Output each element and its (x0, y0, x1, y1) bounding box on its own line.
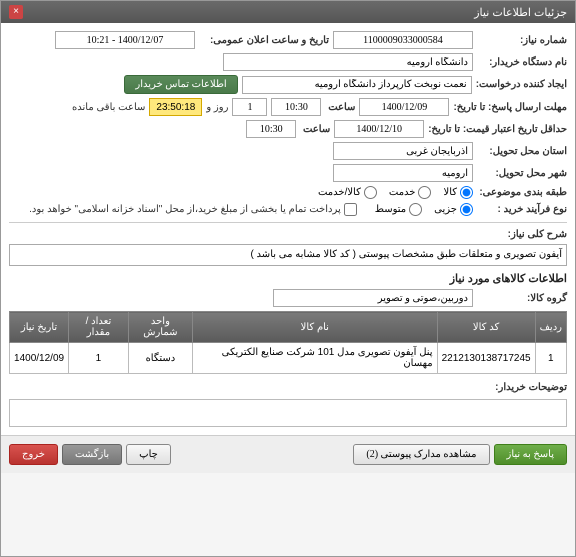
th-name: نام کالا (193, 312, 438, 343)
subject-class-label: طبقه بندی موضوعی: (477, 187, 567, 198)
cell-qty: 1 (69, 343, 129, 374)
th-date: تاریخ نیاز (10, 312, 69, 343)
items-table: ردیف کد کالا نام کالا واحد شمارش تعداد /… (9, 311, 567, 374)
radio-partial[interactable]: جزیی (434, 203, 473, 216)
pub-date-label: تاریخ و ساعت اعلان عمومی: (199, 35, 329, 46)
deadline-hour-field (271, 98, 321, 116)
province-field (333, 142, 473, 160)
window-title: جزئیات اطلاعات نیاز (474, 6, 567, 19)
radio-partial-input[interactable] (460, 203, 473, 216)
exit-button[interactable]: خروج (9, 444, 58, 465)
th-qty: تعداد / مقدار (69, 312, 129, 343)
radio-service-input[interactable] (418, 186, 431, 199)
deadline-label: مهلت ارسال پاسخ: تا تاریخ: (453, 102, 567, 113)
cell-unit: دستگاه (128, 343, 192, 374)
hour-label-1: ساعت (325, 102, 355, 113)
bottom-bar: خروج بازگشت چاپ مشاهده مدارک پیوستی (2) … (1, 435, 575, 473)
table-header-row: ردیف کد کالا نام کالا واحد شمارش تعداد /… (10, 312, 567, 343)
city-label: شهر محل تحویل: (477, 168, 567, 179)
validity-hour-field (246, 120, 296, 138)
desc-label: شرح کلی نیاز: (477, 229, 567, 240)
need-no-label: شماره نیاز: (477, 35, 567, 46)
subject-class-radio-group: کالا خدمت کالا/خدمت (318, 186, 473, 199)
validity-date-field (334, 120, 424, 138)
radio-kala-input[interactable] (460, 186, 473, 199)
time-remaining-badge: 23:50:18 (149, 98, 202, 116)
radio-both[interactable]: کالا/خدمت (318, 186, 377, 199)
process-radio-group: جزیی متوسط (375, 203, 473, 216)
radio-service[interactable]: خدمت (389, 186, 432, 199)
dialog-window: جزئیات اطلاعات نیاز × شماره نیاز: تاریخ … (0, 0, 576, 557)
contact-buyer-button[interactable]: اطلاعات تماس خریدار (124, 75, 237, 94)
respond-button[interactable]: پاسخ به نیاز (494, 444, 568, 465)
cell-code: 2212130138717245 (437, 343, 535, 374)
process-label: نوع فرآیند خرید : (477, 204, 567, 215)
need-no-field (333, 31, 473, 49)
requester-label: ایجاد کننده درخواست: (476, 79, 567, 90)
radio-medium-input[interactable] (409, 203, 422, 216)
buyer-label: نام دستگاه خریدار: (477, 57, 567, 68)
day-and-label: روز و (206, 102, 228, 113)
return-button[interactable]: بازگشت (62, 444, 122, 465)
cell-date: 1400/12/09 (10, 343, 69, 374)
city-field (333, 164, 473, 182)
treasury-checkbox[interactable]: پرداخت تمام یا بخشی از مبلغ خرید،از محل … (29, 203, 357, 216)
radio-both-input[interactable] (364, 186, 377, 199)
divider (9, 222, 567, 223)
content-area: شماره نیاز: تاریخ و ساعت اعلان عمومی: نا… (1, 23, 575, 435)
titlebar: جزئیات اطلاعات نیاز × (1, 1, 575, 23)
buyer-notes-box (9, 399, 567, 427)
attachments-button[interactable]: مشاهده مدارک پیوستی (2) (353, 444, 489, 465)
description-box: آیفون تصویری و متعلقات طبق مشخصات پیوستی… (9, 244, 567, 266)
deadline-date-field (359, 98, 449, 116)
th-row: ردیف (535, 312, 566, 343)
close-icon[interactable]: × (9, 5, 23, 19)
th-code: کد کالا (437, 312, 535, 343)
treasury-checkbox-input[interactable] (344, 203, 357, 216)
cell-row: 1 (535, 343, 566, 374)
radio-medium[interactable]: متوسط (375, 203, 422, 216)
print-button[interactable]: چاپ (126, 444, 171, 465)
group-label: گروه کالا: (477, 293, 567, 304)
province-label: استان محل تحویل: (477, 146, 567, 157)
pub-date-field (55, 31, 195, 49)
buyer-notes-label: توضیحات خریدار: (477, 382, 567, 393)
group-field (273, 289, 473, 307)
items-section-title: اطلاعات کالاهای مورد نیاز (9, 272, 567, 285)
buyer-field (223, 53, 473, 71)
radio-kala[interactable]: کالا (443, 186, 473, 199)
requester-field (242, 76, 472, 94)
hour-label-2: ساعت (300, 124, 330, 135)
th-unit: واحد شمارش (128, 312, 192, 343)
days-remain-field (232, 98, 267, 116)
validity-label: حداقل تاریخ اعتبار قیمت: تا تاریخ: (428, 124, 567, 135)
remain-text: ساعت باقی مانده (72, 102, 145, 113)
table-row[interactable]: 1 2212130138717245 پنل آیفون تصویری مدل … (10, 343, 567, 374)
cell-name: پنل آیفون تصویری مدل 101 شرکت صنایع الکت… (193, 343, 438, 374)
